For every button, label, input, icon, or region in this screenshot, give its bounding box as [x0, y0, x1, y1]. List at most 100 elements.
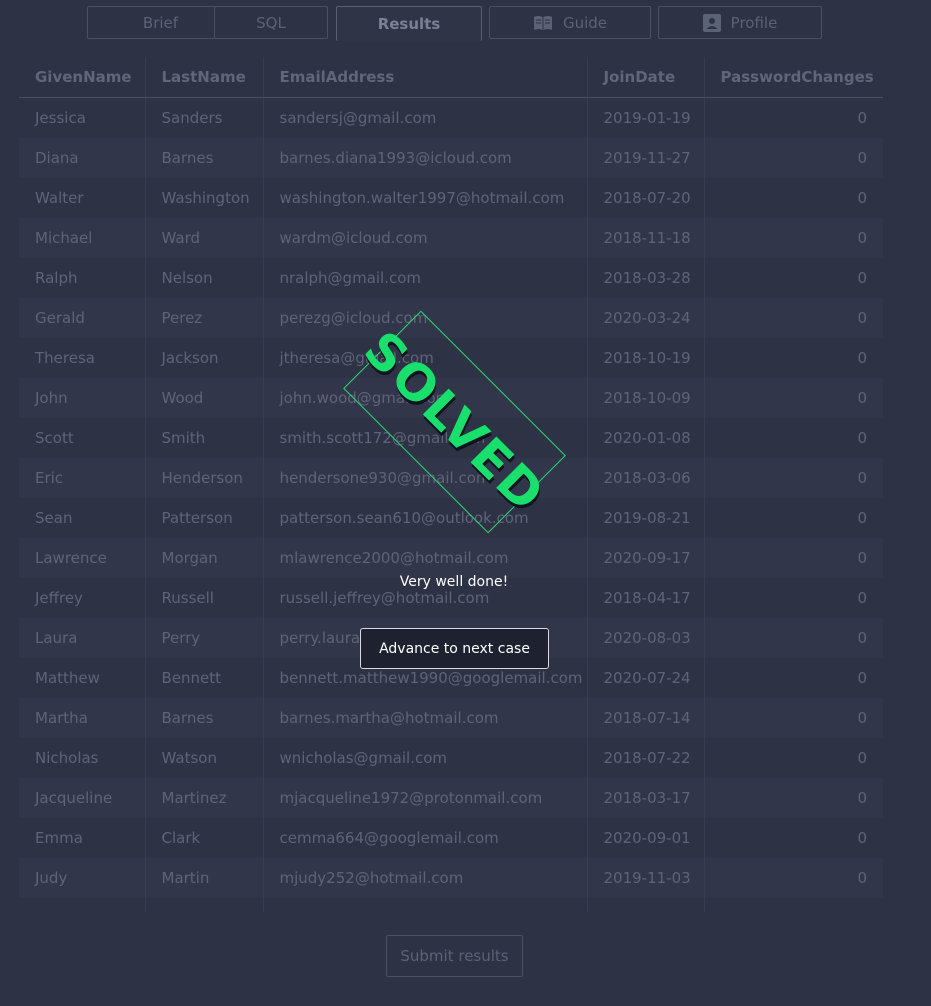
table-cell: mjudy252@hotmail.com	[263, 858, 588, 898]
table-cell: Sean	[19, 498, 146, 538]
table-cell: Matthew	[19, 658, 146, 698]
table-cell: mlawrence2000@hotmail.com	[263, 538, 588, 578]
table-cell: 0	[857, 749, 867, 767]
table-cell: 0	[704, 618, 883, 658]
table-cell: Gerald	[19, 298, 146, 338]
profile-icon	[702, 13, 721, 32]
table-cell: 2020-07-24	[587, 658, 705, 698]
table-cell: cemma664@googlemail.com	[263, 818, 588, 858]
table-cell: Perry	[145, 618, 264, 658]
table-cell: Jackson	[145, 338, 264, 378]
table-cell: sandersj@gmail.com	[263, 97, 588, 138]
tab-label: Guide	[562, 13, 608, 32]
table-cell: Nelson	[145, 258, 264, 298]
table-cell: 2020-01-08	[587, 418, 705, 458]
table-cell: 0	[704, 458, 883, 498]
table-cell: Barnes	[145, 138, 264, 178]
table-cell: 2018-07-14	[587, 698, 705, 738]
table-row: Gerald Perez perezg@icloud.com 2020-03-24 0	[19, 298, 883, 338]
table-cell: 0	[857, 509, 867, 527]
table-cell: 0	[857, 189, 867, 207]
table-cell: 0	[704, 538, 883, 578]
table-cell: Nicholas	[19, 738, 146, 778]
table-cell: patterson.sean610@outlook.com	[263, 498, 588, 538]
table-cell: Theresa	[19, 338, 146, 378]
table-cell: barnes.martha@hotmail.com	[263, 698, 588, 738]
tab-guide[interactable]: Guide	[489, 6, 651, 39]
table-cell	[263, 898, 588, 912]
success-message: Very well done!	[399, 574, 509, 590]
table-cell: 0	[857, 669, 867, 687]
table-cell: wnicholas@gmail.com	[263, 738, 588, 778]
table-cell: Jacqueline	[19, 778, 146, 818]
table-cell: 2018-10-19	[587, 338, 705, 378]
table-row: Judy Martin mjudy252@hotmail.com 2019-11-03…	[19, 858, 883, 898]
table-cell: Eric	[19, 458, 146, 498]
table-row: Lawrence Morgan mlawrence2000@hotmail.com 2…	[19, 538, 883, 578]
table-cell: Sanders	[145, 97, 264, 138]
table-cell: barnes.diana1993@icloud.com	[263, 138, 588, 178]
table-row: Michael Ward wardm@icloud.com 2018-11-18 0	[19, 218, 883, 258]
table-cell: Morgan	[145, 538, 264, 578]
table-cell: 0	[857, 349, 867, 367]
table-row: Nicholas Watson wnicholas@gmail.com 2018-07…	[19, 738, 883, 778]
column-header: LastName	[145, 57, 264, 98]
tab-label: Profile	[730, 13, 778, 32]
table-row: Emma Clark cemma664@googlemail.com 2020-09-…	[19, 818, 883, 858]
tab-brief[interactable]: Brief	[87, 6, 234, 39]
column-header: PasswordChanges	[704, 57, 883, 98]
table-row: Diana Barnes barnes.diana1993@icloud.com 20…	[19, 138, 883, 178]
table-cell: 2018-10-09	[587, 378, 705, 418]
advance-next-case-button[interactable]: Advance to next case	[360, 628, 549, 669]
table-cell: 2020-03-24	[587, 298, 705, 338]
table-spacer	[19, 898, 883, 912]
tab-sql[interactable]: SQL	[214, 6, 328, 39]
column-header: JoinDate	[587, 57, 705, 98]
table-row: Jessica Sanders sandersj@gmail.com 2019-01-…	[19, 97, 883, 138]
tab-label: SQL	[256, 13, 286, 32]
table-cell: Judy	[19, 858, 146, 898]
table-cell: Lawrence	[19, 538, 146, 578]
table-cell: 2018-07-20	[587, 178, 705, 218]
table-row: Jacqueline Martinez mjacqueline1972@proton…	[19, 778, 883, 818]
tab-results[interactable]: Results	[336, 6, 482, 41]
table-cell: 0	[704, 778, 883, 818]
table-cell: Washington	[145, 178, 264, 218]
table-cell: Clark	[145, 818, 264, 858]
table-cell: Martha	[19, 698, 146, 738]
submit-results-button[interactable]: Submit results	[386, 935, 523, 977]
table-cell: 0	[857, 269, 867, 287]
table-cell	[704, 898, 883, 912]
table-cell: 0	[857, 829, 867, 847]
table-cell: Jessica	[19, 97, 146, 138]
table-cell: Barnes	[145, 698, 264, 738]
table-cell: Perez	[145, 298, 264, 338]
table-cell: 0	[704, 138, 883, 178]
table-cell: nralph@gmail.com	[263, 258, 588, 298]
tab-label: Results	[377, 15, 441, 33]
table-cell	[145, 898, 264, 912]
table-cell: 0	[857, 109, 867, 127]
table-cell: 2019-01-19	[587, 97, 705, 138]
table-cell: John	[19, 378, 146, 418]
table-cell: Ward	[145, 218, 264, 258]
table-row: Walter Washington washington.walter1997@ho…	[19, 178, 883, 218]
tab-bar: Brief SQL Guide Profile Results	[0, 6, 931, 41]
table-cell: Diana	[19, 138, 146, 178]
table-cell: Wood	[145, 378, 264, 418]
table-cell: Ralph	[19, 258, 146, 298]
table-cell	[19, 898, 146, 912]
book-icon	[533, 15, 553, 31]
table-cell: 2018-03-17	[587, 778, 705, 818]
table-cell: 2018-03-28	[587, 258, 705, 298]
tab-profile[interactable]: Profile	[658, 6, 822, 39]
table-cell: 2018-11-18	[587, 218, 705, 258]
table-cell: 0	[704, 858, 883, 898]
table-cell: Martin	[145, 858, 264, 898]
table-cell: 0	[704, 298, 883, 338]
column-header: EmailAddress	[263, 57, 588, 98]
table-cell: wardm@icloud.com	[263, 218, 588, 258]
table-cell: Watson	[145, 738, 264, 778]
table-cell	[587, 898, 705, 912]
table-row: Ralph Nelson nralph@gmail.com 2018-03-28 0	[19, 258, 883, 298]
